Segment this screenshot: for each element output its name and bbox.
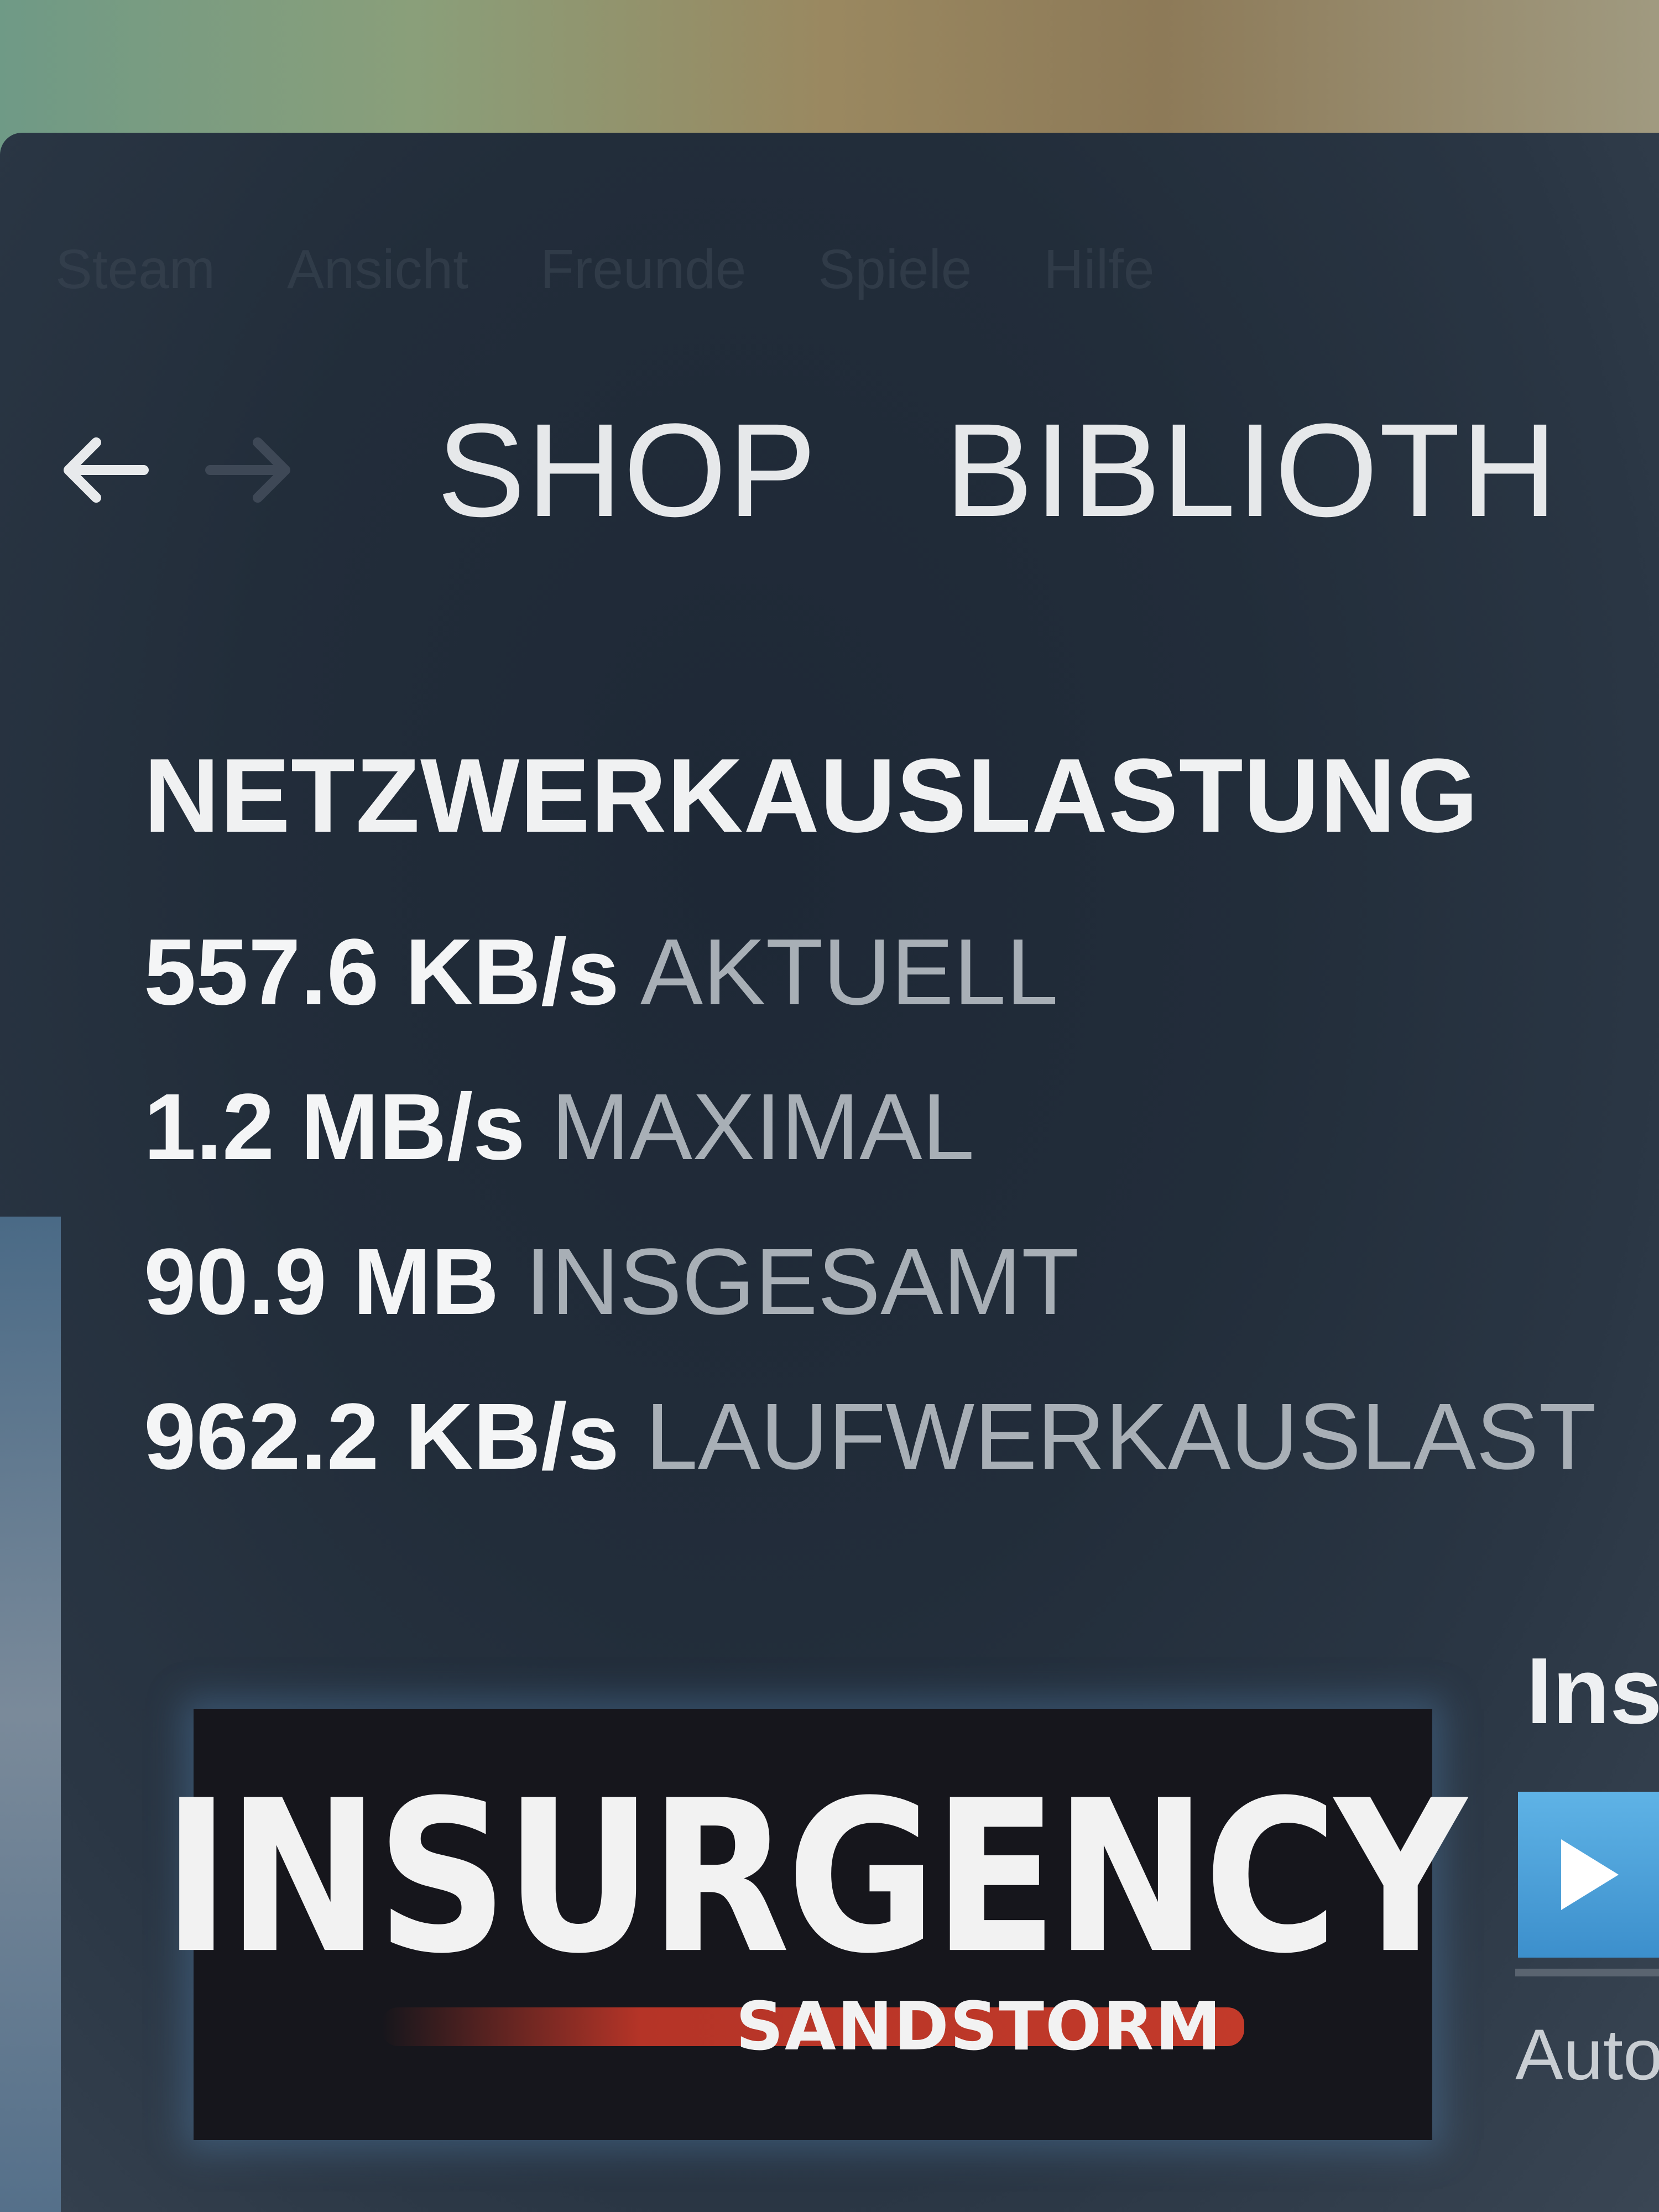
stat-row-total: 90.9 MB INSGESAMT — [144, 1204, 1659, 1359]
update-status: Auto — [1515, 2014, 1659, 2095]
stat-label: INSGESAMT — [525, 1229, 1079, 1334]
play-icon — [1561, 1839, 1619, 1910]
game-logo-title: INSURGENCY — [162, 1755, 1467, 2000]
tab-shop[interactable]: SHOP — [437, 394, 817, 546]
game-banner[interactable]: INSURGENCY SANDSTORM — [163, 1709, 1467, 2140]
menu-item-games[interactable]: Spiele — [818, 238, 972, 301]
menu-item-view[interactable]: Ansicht — [287, 238, 468, 301]
forward-button[interactable] — [194, 415, 304, 525]
menu-item-friends[interactable]: Freunde — [540, 238, 746, 301]
network-usage-title: NETZWERKAUSLASTUNG — [144, 737, 1479, 854]
menu-item-help[interactable]: Hilfe — [1044, 238, 1154, 301]
stat-row-peak: 1.2 MB/s MAXIMAL — [144, 1050, 1659, 1204]
stat-value: 90.9 MB — [144, 1229, 499, 1334]
stat-label: AKTUELL — [640, 920, 1058, 1025]
play-button[interactable] — [1518, 1792, 1659, 1958]
stat-value: 1.2 MB/s — [144, 1074, 525, 1180]
game-logo-subtitle-wrap: SANDSTORM — [382, 1988, 1244, 2065]
play-button-divider — [1515, 1969, 1659, 1976]
network-usage-panel: NETZWERKAUSLASTUNG 557.6 KB/s AKTUELL 1.… — [144, 735, 1659, 1514]
tab-library[interactable]: BIBLIOTH — [945, 394, 1558, 546]
game-logo-subtitle: SANDSTORM — [735, 1988, 1222, 2065]
back-button[interactable] — [50, 415, 160, 525]
arrow-right-icon — [205, 437, 290, 503]
top-navigation: SHOP BIBLIOTH — [50, 396, 1659, 544]
stat-value: 557.6 KB/s — [144, 920, 619, 1025]
stat-row-current: 557.6 KB/s AKTUELL — [144, 895, 1659, 1050]
wallpaper-edge — [0, 1217, 61, 2212]
stat-value: 962.2 KB/s — [144, 1384, 619, 1489]
steam-window: Steam Ansicht Freunde Spiele Hilfe SHOP … — [0, 133, 1659, 2212]
menubar: Steam Ansicht Freunde Spiele Hilfe — [55, 238, 1154, 301]
game-title[interactable]: Ins — [1526, 1637, 1659, 1745]
menu-item-steam[interactable]: Steam — [55, 238, 215, 301]
stat-label: LAUFWERKAUSLAST — [645, 1384, 1597, 1489]
stat-label: MAXIMAL — [551, 1074, 975, 1180]
stat-row-disk: 962.2 KB/s LAUFWERKAUSLAST — [144, 1359, 1659, 1514]
arrow-left-icon — [64, 437, 149, 503]
